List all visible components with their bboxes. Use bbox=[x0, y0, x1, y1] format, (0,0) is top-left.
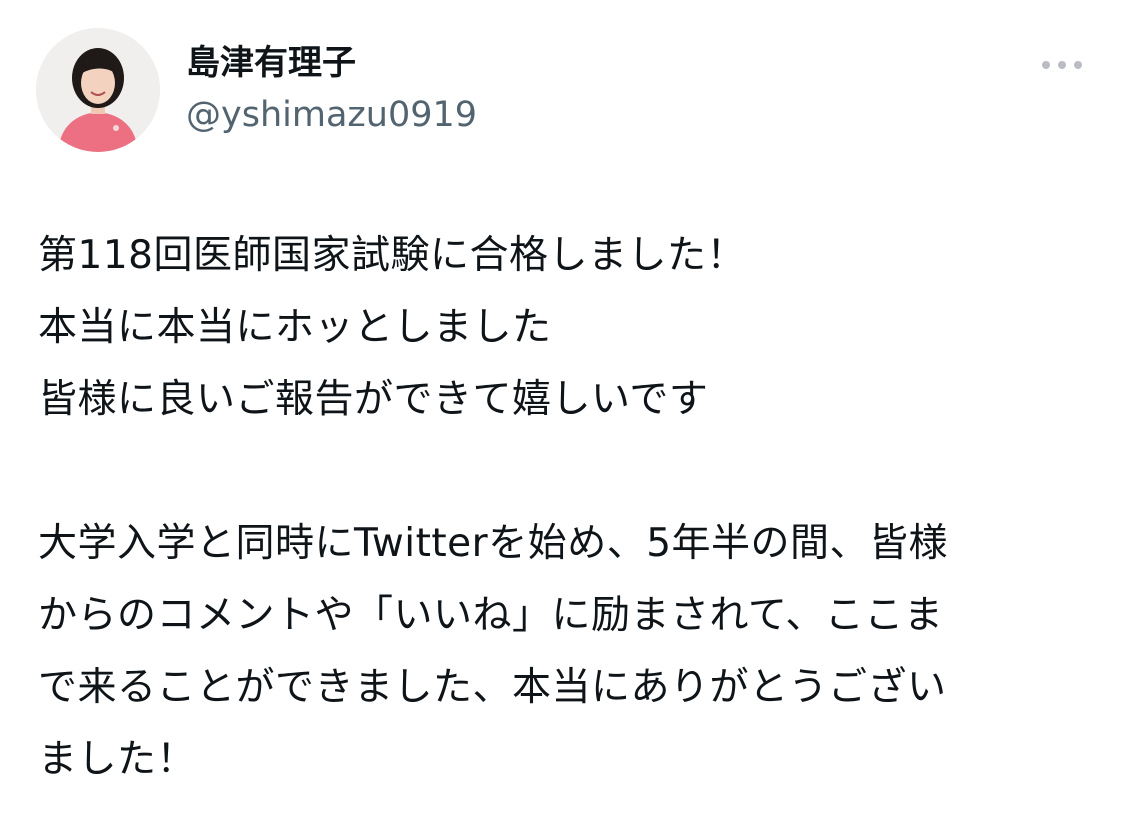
tweet-text: 第118回医師国家試験に合格しました！ 本当に本当にホッとしました 皆様に良いご… bbox=[38, 220, 1098, 796]
tweet-text-line: ました！ bbox=[38, 737, 197, 782]
more-horizontal-icon bbox=[1042, 61, 1082, 69]
tweet-text-line: 皆様に良いご報告ができて嬉しいです bbox=[38, 377, 709, 422]
tweet-text-line: で来ることができました、本当にありがとうござい bbox=[38, 665, 947, 710]
profile-photo-avatar-icon bbox=[36, 28, 160, 152]
tweet-text-line: 第118回医師国家試験に合格しました！ bbox=[38, 233, 746, 278]
tweet-text-line: からのコメントや「いいね」に励まされて、ここま bbox=[38, 593, 944, 638]
author-avatar[interactable] bbox=[36, 28, 160, 152]
tweet-text-line: 大学入学と同時にTwitterを始め、5年半の間、皆様 bbox=[38, 521, 949, 566]
tweet-text-line: 本当に本当にホッとしました bbox=[38, 305, 552, 350]
tweet-card: 島津有理子 @yshimazu0919 第118回医師国家試験に合格しました！ … bbox=[0, 0, 1125, 826]
paragraph-break bbox=[38, 436, 1098, 508]
author-display-name[interactable]: 島津有理子 bbox=[186, 40, 356, 86]
author-handle[interactable]: @yshimazu0919 bbox=[186, 92, 477, 138]
more-options-button[interactable] bbox=[1032, 48, 1092, 82]
